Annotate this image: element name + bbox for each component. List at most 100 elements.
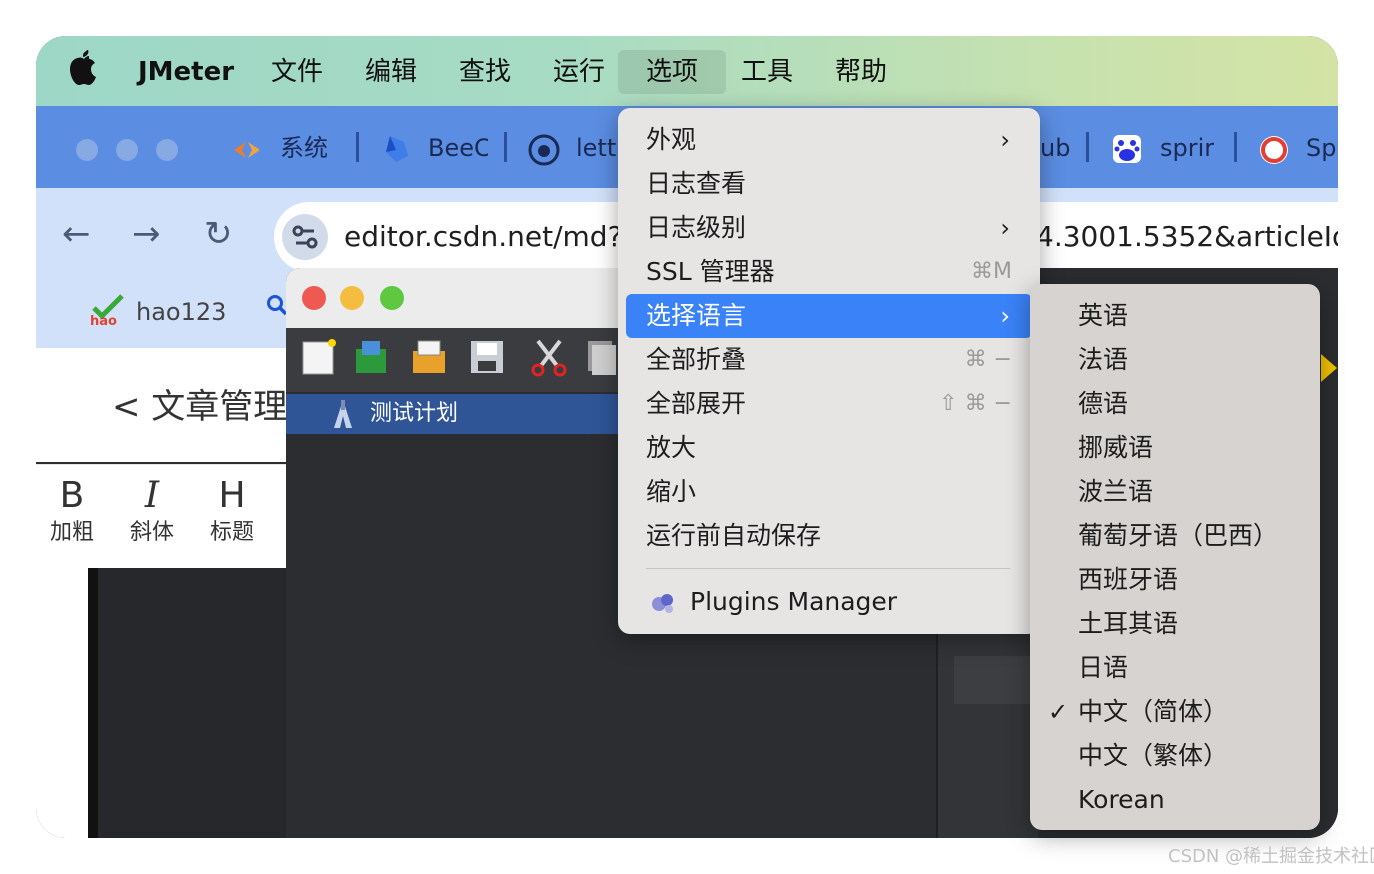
menu-file[interactable]: 文件 [261, 50, 333, 94]
menu-item-zoom-in[interactable]: 放大 [626, 426, 1032, 470]
browser-tab[interactable]: 系统 [280, 125, 340, 171]
jmeter-tree-panel [286, 434, 666, 838]
window-close-light[interactable] [76, 139, 98, 161]
browser-tab[interactable]: Sp [1306, 125, 1338, 171]
reload-icon[interactable]: ↻ [204, 214, 233, 254]
run-arrow-icon[interactable] [1321, 354, 1337, 382]
site-settings-icon[interactable] [282, 214, 328, 260]
language-item-english[interactable]: 英语 [1042, 294, 1312, 338]
apple-icon[interactable] [66, 50, 100, 90]
baidu-icon [1113, 135, 1141, 163]
code-strip [88, 568, 98, 838]
jmeter-minimize-button[interactable] [340, 286, 364, 310]
tree-item-label: 测试计划 [370, 401, 459, 426]
language-label: 土耳其语 [1078, 609, 1179, 638]
heading-button[interactable]: H 标题 [202, 474, 262, 548]
page-title: 文章管理 [151, 387, 288, 427]
menu-item-expand-all[interactable]: 全部展开 ⇧ ⌘ − [626, 382, 1032, 426]
menu-item-log-viewer[interactable]: 日志查看 [626, 162, 1032, 206]
menu-options[interactable]: 选项 [618, 50, 726, 94]
menu-run[interactable]: 运行 [543, 50, 615, 94]
menu-item-collapse-all[interactable]: 全部折叠 ⌘ − [626, 338, 1032, 382]
language-label: 日语 [1078, 653, 1129, 682]
language-label: Korean [1078, 785, 1165, 814]
article-management-link[interactable]: < 文章管理 [112, 382, 287, 432]
browser-tab[interactable]: ubl [1040, 125, 1072, 171]
browser-tab[interactable]: lett [576, 125, 618, 171]
url-text[interactable]: editor.csdn.net/md?r [344, 214, 634, 260]
jmeter-zoom-button[interactable] [380, 286, 404, 310]
url-text-tail[interactable]: 4.3001.5352&articleId= [1036, 214, 1338, 260]
language-item-chinese-traditional[interactable]: 中文（繁体） [1042, 734, 1312, 778]
menu-item-ssl-manager[interactable]: SSL 管理器 ⌘M [626, 250, 1032, 294]
bold-icon: B [59, 475, 85, 516]
menu-item-auto-save[interactable]: 运行前自动保存 [626, 514, 1032, 558]
bookmark-hao123[interactable]: hao123 [136, 292, 226, 332]
language-item-japanese[interactable]: 日语 [1042, 646, 1312, 690]
menu-item-appearance[interactable]: 外观 › [626, 118, 1032, 162]
menu-find[interactable]: 查找 [449, 50, 521, 94]
menu-item-label: 选择语言 [646, 301, 747, 330]
bold-button[interactable]: B 加粗 [42, 474, 102, 548]
open-folder-icon[interactable] [410, 337, 448, 377]
menu-tools[interactable]: 工具 [731, 50, 803, 94]
language-item-french[interactable]: 法语 [1042, 338, 1312, 382]
hao123-logo-icon: hao [90, 294, 126, 329]
menu-app-name[interactable]: JMeter [128, 50, 244, 94]
new-file-icon[interactable] [300, 337, 338, 377]
language-label: 德语 [1078, 389, 1129, 418]
language-item-german[interactable]: 德语 [1042, 382, 1312, 426]
language-item-polish[interactable]: 波兰语 [1042, 470, 1312, 514]
italic-button[interactable]: I 斜体 [122, 474, 182, 548]
tab-favicon-icon [386, 136, 408, 162]
menu-item-log-level[interactable]: 日志级别 › [626, 206, 1032, 250]
tab-separator [504, 132, 507, 162]
menu-item-label: 放大 [646, 433, 697, 462]
back-arrow-icon[interactable]: ← [62, 214, 91, 254]
language-item-turkish[interactable]: 土耳其语 [1042, 602, 1312, 646]
language-label: 中文（简体） [1078, 697, 1229, 726]
watermark: CSDN @稀土掘金技术社区 [1168, 846, 1374, 867]
italic-label: 斜体 [129, 520, 174, 545]
copy-icon[interactable] [586, 337, 616, 377]
menu-item-label: Plugins Manager [690, 587, 898, 616]
bold-label: 加粗 [49, 520, 94, 545]
menu-item-label: 日志级别 [646, 213, 747, 242]
menu-item-label: 运行前自动保存 [646, 521, 822, 550]
language-label: 英语 [1078, 301, 1129, 330]
language-label: 中文（繁体） [1078, 741, 1229, 770]
menu-item-shortcut: ⌘ − [964, 347, 1012, 372]
checkmark-icon: ✓ [1048, 698, 1069, 726]
forward-arrow-icon[interactable]: → [132, 214, 161, 254]
csdn-icon [1260, 136, 1288, 164]
test-plan-icon [334, 400, 352, 428]
menu-item-label: 外观 [646, 125, 697, 154]
window-zoom-light[interactable] [156, 139, 178, 161]
cut-icon[interactable] [530, 337, 568, 377]
menu-item-plugins-manager[interactable]: Plugins Manager [626, 580, 1032, 624]
language-item-portuguese-brazil[interactable]: 葡萄牙语（巴西） [1042, 514, 1312, 558]
hao-logo-text: hao [90, 314, 117, 326]
language-item-norwegian[interactable]: 挪威语 [1042, 426, 1312, 470]
language-label: 法语 [1078, 345, 1129, 374]
language-item-chinese-simplified[interactable]: ✓ 中文（简体） [1042, 690, 1312, 734]
menu-help[interactable]: 帮助 [825, 50, 897, 94]
language-label: 挪威语 [1078, 433, 1154, 462]
github-icon [528, 134, 560, 166]
language-item-spanish[interactable]: 西班牙语 [1042, 558, 1312, 602]
save-icon[interactable] [468, 337, 506, 377]
search-icon[interactable] [266, 294, 288, 316]
browser-tab[interactable]: sprir [1160, 125, 1214, 171]
tab-separator [1234, 132, 1237, 162]
menu-item-zoom-out[interactable]: 缩小 [626, 470, 1032, 514]
menu-edit[interactable]: 编辑 [355, 50, 427, 94]
language-item-korean[interactable]: Korean [1042, 778, 1312, 822]
menu-item-shortcut: ⇧ ⌘ − [939, 391, 1012, 416]
menu-item-choose-language[interactable]: 选择语言 › [626, 294, 1032, 338]
window-minimize-light[interactable] [116, 139, 138, 161]
jmeter-close-button[interactable] [302, 286, 326, 310]
tab-separator [1086, 132, 1089, 162]
menu-item-label: SSL 管理器 [646, 257, 775, 286]
browser-tab[interactable]: BeeC [428, 125, 488, 171]
templates-icon[interactable] [352, 337, 390, 377]
